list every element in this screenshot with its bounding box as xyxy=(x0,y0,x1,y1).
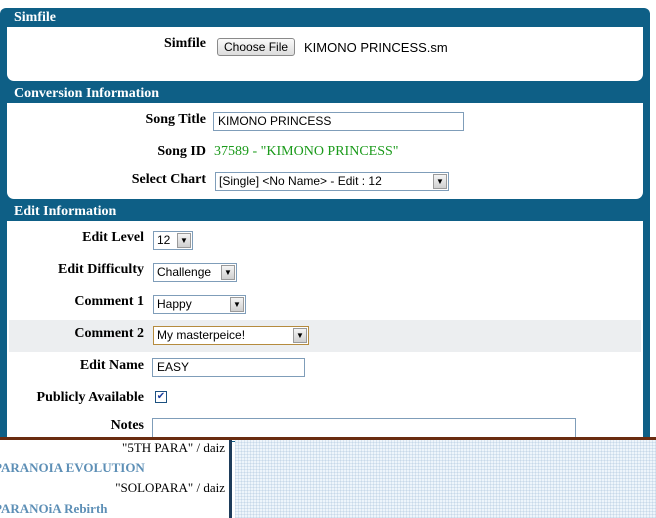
chevron-down-icon[interactable]: ▼ xyxy=(177,233,191,248)
select-chart-dropdown[interactable]: [Single] <No Name> - Edit : 12 ▼ xyxy=(215,172,449,191)
choose-file-button[interactable]: Choose File xyxy=(217,38,296,56)
notes-label: Notes xyxy=(110,418,144,433)
publicly-available-label: Publicly Available xyxy=(36,390,144,405)
list-item[interactable]: "SOLOPARA" / daiz xyxy=(115,480,225,496)
form-frame: Simfile Simfile Choose File KIMONO PRINC… xyxy=(0,0,656,442)
comment2-dropdown[interactable]: My masterpeice! ▼ xyxy=(153,326,309,345)
edit-level-value: 12 xyxy=(157,233,171,247)
list-item[interactable]: "5TH PARA" / daiz xyxy=(122,440,225,456)
simfile-section-header: Simfile xyxy=(0,8,650,28)
chevron-down-icon[interactable]: ▼ xyxy=(293,328,307,343)
list-item[interactable]: PARANOIA EVOLUTION xyxy=(0,460,145,476)
song-list-panel: "5TH PARA" / daiz PARANOIA EVOLUTION "SO… xyxy=(0,440,232,518)
select-chart-value: [Single] <No Name> - Edit : 12 xyxy=(219,174,382,188)
edit-level-dropdown[interactable]: 12 ▼ xyxy=(153,231,193,250)
chevron-down-icon[interactable]: ▼ xyxy=(230,297,244,312)
select-chart-label: Select Chart xyxy=(131,172,206,187)
background-pattern-area xyxy=(235,440,656,518)
comment2-value: My masterpeice! xyxy=(157,328,246,342)
edit-level-label: Edit Level xyxy=(82,230,144,245)
song-id-label: Song ID xyxy=(157,144,206,159)
list-item[interactable]: PARANOiA Rebirth xyxy=(0,501,108,517)
song-title-input[interactable]: KIMONO PRINCESS xyxy=(213,112,464,131)
chevron-down-icon[interactable]: ▼ xyxy=(433,174,447,189)
check-icon: ✔ xyxy=(156,391,166,402)
selected-file-name: KIMONO PRINCESS.sm xyxy=(304,40,448,55)
simfile-label: Simfile xyxy=(164,36,206,51)
song-id-value: 37589 - "KIMONO PRINCESS" xyxy=(214,144,399,159)
chevron-down-icon[interactable]: ▼ xyxy=(221,265,235,280)
comment1-label: Comment 1 xyxy=(74,294,144,309)
edit-difficulty-dropdown[interactable]: Challenge ▼ xyxy=(153,263,237,282)
conversion-section-header: Conversion Information xyxy=(0,84,650,104)
publicly-available-checkbox[interactable]: ✔ xyxy=(155,391,167,403)
edit-name-input[interactable]: EASY xyxy=(152,358,305,377)
comment1-value: Happy xyxy=(157,297,192,311)
comment1-dropdown[interactable]: Happy ▼ xyxy=(153,295,246,314)
edit-difficulty-label: Edit Difficulty xyxy=(58,262,144,277)
edit-name-label: Edit Name xyxy=(79,358,144,373)
song-title-label: Song Title xyxy=(145,112,206,127)
edit-difficulty-value: Challenge xyxy=(157,265,212,279)
edit-section-header: Edit Information xyxy=(0,202,650,222)
comment2-label: Comment 2 xyxy=(74,326,144,341)
